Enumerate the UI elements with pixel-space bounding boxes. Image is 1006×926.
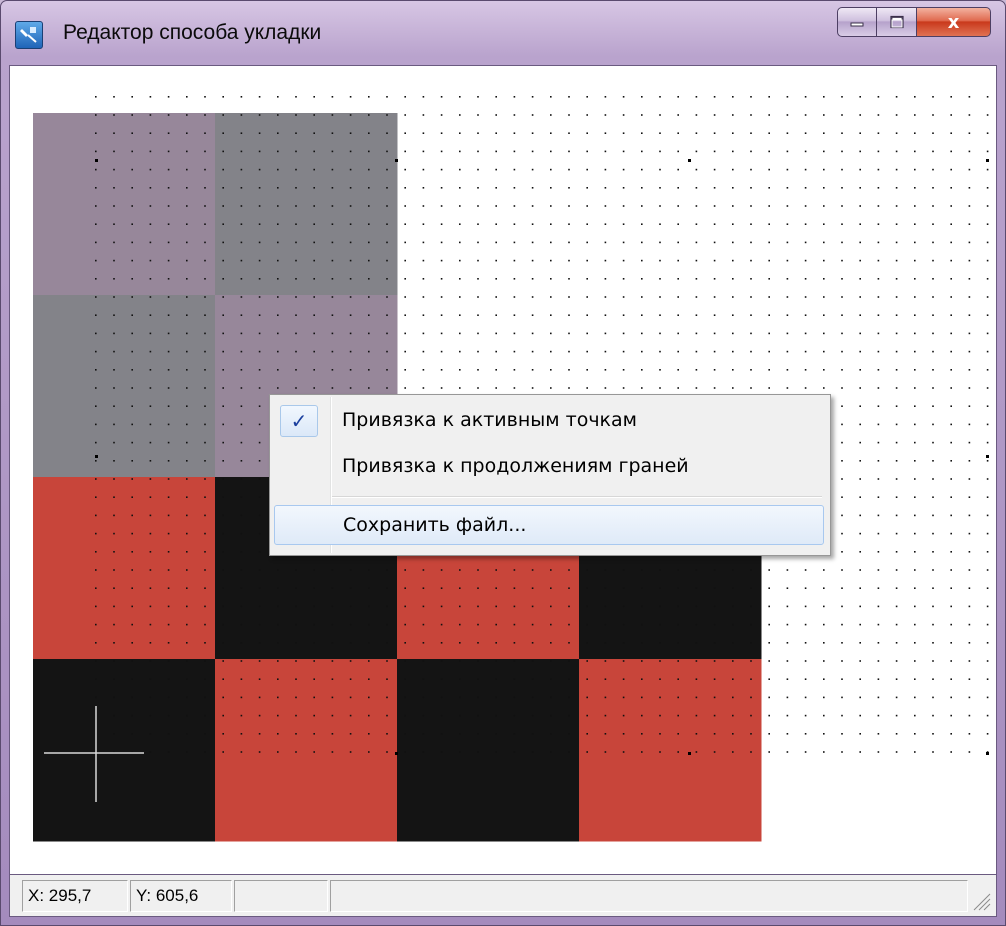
close-button[interactable]: x [917, 7, 991, 37]
pattern-tile [33, 659, 216, 842]
pattern-editor-icon[interactable] [15, 21, 43, 49]
context-menu: ✓ Привязка к активным точкам Привязка к … [269, 394, 831, 556]
menu-item-label: Привязка к активным точкам [342, 409, 638, 431]
minimize-button[interactable] [837, 7, 877, 37]
menu-item-label: Привязка к продолжениям граней [342, 455, 689, 477]
status-x-coordinate: X: 295,7 [22, 880, 128, 912]
status-y-coordinate: Y: 605,6 [130, 880, 232, 912]
maximize-icon [889, 15, 904, 29]
pattern-tile [33, 295, 216, 478]
minimize-icon [850, 22, 864, 27]
resize-grip-icon[interactable] [970, 890, 992, 912]
pattern-tile [579, 659, 762, 842]
maximize-button[interactable] [877, 7, 917, 37]
window-title: Редактор способа укладки [63, 21, 322, 44]
status-pane-3 [234, 880, 328, 912]
menu-item-label: Сохранить файл... [343, 514, 527, 536]
pattern-tile [33, 477, 216, 660]
status-pane-4 [330, 880, 968, 912]
pattern-tile [397, 659, 580, 842]
pattern-tile [215, 659, 398, 842]
pattern-tile [33, 113, 216, 296]
app-window: Редактор способа укладки x ✓ Привязка к … [0, 0, 1006, 926]
menu-item-snap-edge-extensions[interactable]: Привязка к продолжениям граней [272, 447, 828, 487]
check-icon: ✓ [280, 405, 318, 437]
menu-separator-highlight [332, 497, 822, 498]
caption-buttons: x [837, 7, 991, 41]
close-icon: x [947, 11, 960, 33]
pattern-tile [215, 113, 398, 296]
menu-item-save-file[interactable]: Сохранить файл... [274, 505, 824, 545]
status-bar: X: 295,7 Y: 605,6 [9, 875, 997, 917]
title-bar[interactable]: Редактор способа укладки x [1, 1, 1005, 65]
menu-item-snap-active-points[interactable]: ✓ Привязка к активным точкам [272, 401, 828, 441]
